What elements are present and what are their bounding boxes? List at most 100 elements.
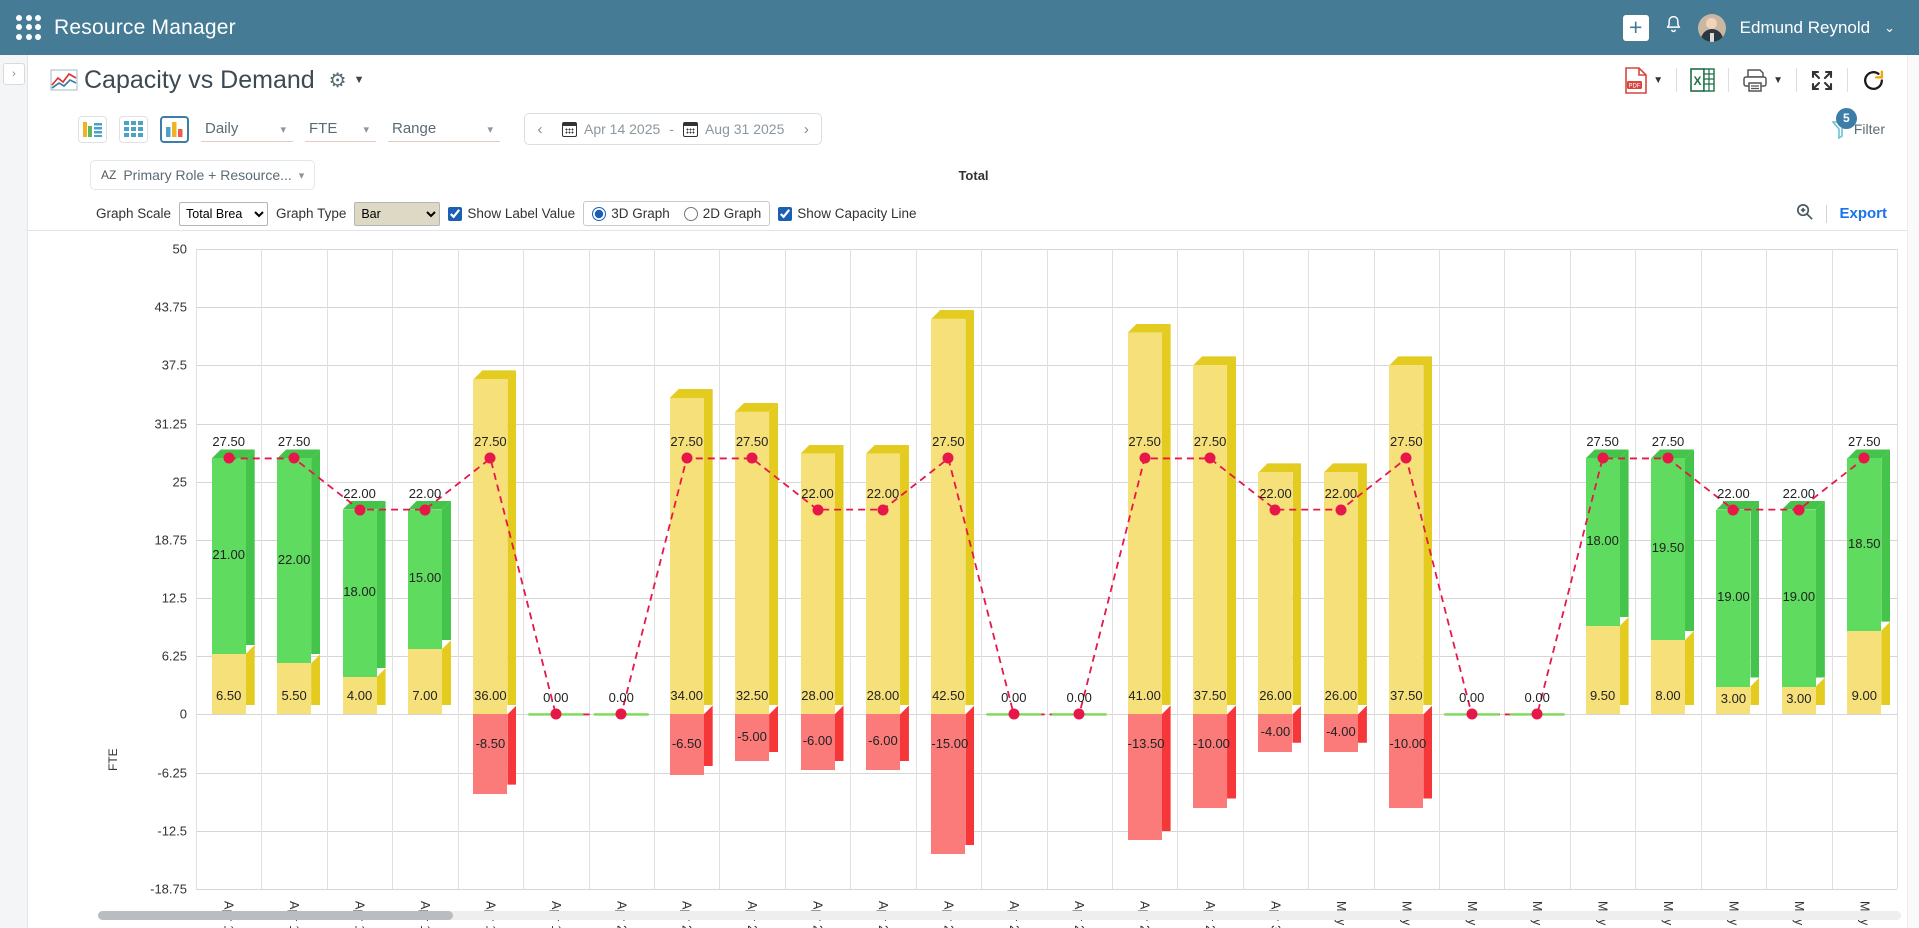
- mode-select[interactable]: RangePeriod: [388, 116, 500, 142]
- capacity-point[interactable]: [812, 504, 823, 515]
- bar-segment[interactable]: 19.00: [1782, 510, 1816, 687]
- period-select[interactable]: DailyWeeklyMonthlyQuarterlyYearly: [201, 116, 293, 142]
- bar-segment[interactable]: 5.50: [277, 663, 311, 714]
- app-launcher-icon[interactable]: [14, 13, 44, 43]
- show-label-value-input[interactable]: [448, 207, 462, 221]
- capacity-point[interactable]: [1466, 709, 1477, 720]
- bar-segment[interactable]: 6.50: [212, 654, 246, 715]
- capacity-point[interactable]: [1859, 453, 1870, 464]
- bar-segment[interactable]: 19.00: [1716, 510, 1750, 687]
- scrollbar-thumb[interactable]: [98, 911, 453, 920]
- bar-segment[interactable]: -8.50: [473, 714, 507, 793]
- filter-button[interactable]: 5 Filter: [1832, 120, 1901, 139]
- capacity-point[interactable]: [1139, 453, 1150, 464]
- view-button-list[interactable]: [78, 116, 107, 143]
- bar-segment[interactable]: -10.00: [1193, 714, 1227, 807]
- capacity-point[interactable]: [877, 504, 888, 515]
- graph-type-select[interactable]: BarLineAreaStacked: [354, 202, 440, 226]
- magnifier-plus-icon[interactable]: [1795, 202, 1814, 226]
- capacity-point[interactable]: [419, 504, 430, 515]
- bar-segment[interactable]: -5.00: [735, 714, 769, 761]
- capacity-point[interactable]: [289, 453, 300, 464]
- bar-segment[interactable]: -6.00: [801, 714, 835, 770]
- bar-segment[interactable]: 18.00: [1586, 458, 1620, 626]
- capacity-point[interactable]: [747, 453, 758, 464]
- capacity-point[interactable]: [1270, 504, 1281, 515]
- bar-segment[interactable]: 7.00: [408, 649, 442, 714]
- bar-segment[interactable]: 4.00: [343, 677, 377, 714]
- pdf-chevron-icon[interactable]: ▼: [1653, 75, 1663, 86]
- avatar[interactable]: [1698, 14, 1726, 42]
- capacity-point[interactable]: [1008, 709, 1019, 720]
- bar-segment[interactable]: -6.50: [670, 714, 704, 775]
- show-label-value-checkbox[interactable]: Show Label Value: [448, 206, 575, 221]
- bar-segment[interactable]: 42.50: [931, 319, 965, 715]
- date-to-field[interactable]: Aug 31 2025: [674, 121, 793, 137]
- capacity-point[interactable]: [1728, 504, 1739, 515]
- chevron-down-icon[interactable]: ⌄: [1884, 20, 1895, 36]
- bar-segment[interactable]: 18.00: [343, 510, 377, 678]
- bar-segment[interactable]: 9.50: [1586, 626, 1620, 714]
- bar-segment[interactable]: 37.50: [1193, 365, 1227, 714]
- capacity-point[interactable]: [1597, 453, 1608, 464]
- user-name[interactable]: Edmund Reynold: [1740, 18, 1870, 38]
- bar-segment[interactable]: 9.00: [1847, 631, 1881, 715]
- radio-3d-graph[interactable]: 3D Graph: [592, 206, 670, 221]
- capacity-point[interactable]: [1205, 453, 1216, 464]
- print-chevron-icon[interactable]: ▼: [1773, 75, 1783, 86]
- radio-2d-graph[interactable]: 2D Graph: [684, 206, 762, 221]
- capacity-point[interactable]: [1335, 504, 1346, 515]
- pdf-export-button[interactable]: PDF ▼: [1611, 67, 1676, 94]
- bar-segment[interactable]: 18.50: [1847, 458, 1881, 630]
- show-capacity-line-checkbox[interactable]: Show Capacity Line: [778, 206, 916, 221]
- bar-segment[interactable]: 21.00: [212, 458, 246, 653]
- page-menu-chevron-icon[interactable]: ▼: [354, 74, 365, 86]
- grouping-select[interactable]: AZ Primary Role + Resource... ▾: [90, 160, 315, 190]
- show-capacity-line-input[interactable]: [778, 207, 792, 221]
- bar-segment[interactable]: 3.00: [1716, 687, 1750, 715]
- radio-3d-input[interactable]: [592, 207, 606, 221]
- capacity-point[interactable]: [1074, 709, 1085, 720]
- bar-segment[interactable]: -15.00: [931, 714, 965, 854]
- bar-segment[interactable]: 15.00: [408, 510, 442, 650]
- export-link[interactable]: Export: [1839, 205, 1887, 222]
- view-button-chart[interactable]: [160, 116, 189, 143]
- bar-segment[interactable]: -6.00: [866, 714, 900, 770]
- refresh-button[interactable]: [1848, 68, 1899, 93]
- fullscreen-button[interactable]: [1797, 69, 1847, 92]
- gear-icon[interactable]: ⚙: [329, 68, 347, 93]
- date-from-field[interactable]: Apr 14 2025: [553, 121, 669, 137]
- graph-scale-select[interactable]: Total BreaTotalBreakdown: [179, 202, 268, 226]
- date-prev-button[interactable]: ‹: [527, 114, 553, 144]
- capacity-point[interactable]: [1663, 453, 1674, 464]
- capacity-point[interactable]: [354, 504, 365, 515]
- bar-segment[interactable]: 22.00: [277, 458, 311, 663]
- capacity-point[interactable]: [223, 453, 234, 464]
- capacity-point[interactable]: [485, 453, 496, 464]
- bar-segment[interactable]: -13.50: [1128, 714, 1162, 840]
- radio-2d-input[interactable]: [684, 207, 698, 221]
- bar-segment[interactable]: 19.50: [1651, 458, 1685, 640]
- capacity-point[interactable]: [550, 709, 561, 720]
- bar-segment[interactable]: -10.00: [1389, 714, 1423, 807]
- capacity-point[interactable]: [1401, 453, 1412, 464]
- bar-segment[interactable]: 36.00: [473, 379, 507, 714]
- horizontal-scrollbar[interactable]: [98, 911, 1901, 920]
- view-button-grid[interactable]: [119, 116, 148, 143]
- sidebar-expand-icon[interactable]: ›: [3, 63, 25, 85]
- capacity-point[interactable]: [616, 709, 627, 720]
- excel-export-button[interactable]: X: [1677, 67, 1728, 93]
- bar-segment[interactable]: 41.00: [1128, 333, 1162, 715]
- capacity-point[interactable]: [1793, 504, 1804, 515]
- capacity-point[interactable]: [681, 453, 692, 464]
- bar-segment[interactable]: -4.00: [1324, 714, 1358, 751]
- print-button[interactable]: ▼: [1729, 68, 1796, 92]
- unit-select[interactable]: FTEHoursDays: [305, 116, 376, 142]
- date-next-button[interactable]: ›: [793, 114, 819, 144]
- capacity-point[interactable]: [943, 453, 954, 464]
- bar-segment[interactable]: -4.00: [1258, 714, 1292, 751]
- notification-bell-icon[interactable]: [1663, 14, 1684, 41]
- capacity-point[interactable]: [1532, 709, 1543, 720]
- bar-segment[interactable]: 8.00: [1651, 640, 1685, 714]
- add-button[interactable]: +: [1623, 15, 1649, 41]
